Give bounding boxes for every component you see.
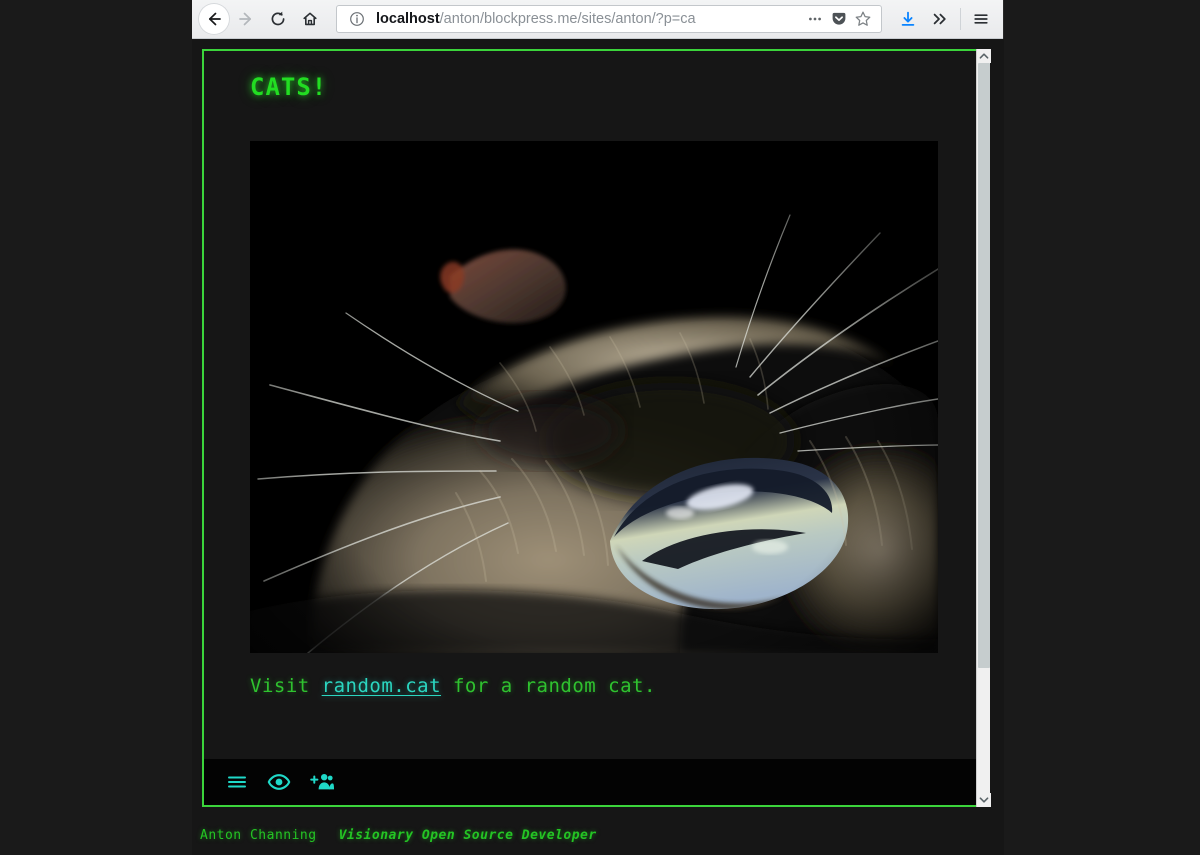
random-cat-link[interactable]: random.cat xyxy=(322,675,441,697)
eye-icon[interactable] xyxy=(266,769,292,795)
reload-icon xyxy=(271,11,285,26)
download-arrow-icon xyxy=(901,11,915,26)
desktop-gutter-right xyxy=(1004,0,1200,855)
address-bar[interactable]: localhost/anton/blockpress.me/sites/anto… xyxy=(336,5,882,33)
reload-button[interactable] xyxy=(262,3,294,35)
browser-navigation-toolbar: localhost/anton/blockpress.me/sites/anto… xyxy=(192,0,1003,39)
url-host: localhost xyxy=(376,11,440,27)
post-caption: Visit random.cat for a random cat. xyxy=(250,675,656,697)
downloads-button[interactable] xyxy=(892,3,924,35)
footer-tagline: Visionary Open Source Developer xyxy=(338,828,597,843)
menu-icon[interactable] xyxy=(224,769,250,795)
arrow-left-icon xyxy=(208,12,221,26)
cat-photo xyxy=(250,141,938,653)
scrollbar-up-arrow[interactable] xyxy=(977,49,991,63)
chevron-double-right-icon xyxy=(933,13,946,25)
overflow-button[interactable] xyxy=(924,3,956,35)
page-scrollbar[interactable] xyxy=(976,49,991,807)
site-content: CATS! Visit random.cat for a random cat. xyxy=(204,51,984,805)
add-people-icon[interactable] xyxy=(308,769,334,795)
chevron-up-icon xyxy=(979,53,989,59)
scrollbar-thumb[interactable] xyxy=(978,63,990,668)
arrow-right-icon xyxy=(239,12,252,26)
site-frame: CATS! Visit random.cat for a random cat. xyxy=(202,49,986,807)
page-title: CATS! xyxy=(250,73,328,101)
footer-author-name: Anton Channing xyxy=(200,828,317,843)
page-actions-icon[interactable] xyxy=(803,7,827,31)
caption-after: for a random cat. xyxy=(441,675,656,697)
home-icon xyxy=(303,12,317,26)
site-footer: Anton Channing Visionary Open Source Dev… xyxy=(192,816,1004,855)
bookmark-star-icon[interactable] xyxy=(851,7,875,31)
desktop-background: localhost/anton/blockpress.me/sites/anto… xyxy=(0,0,1200,855)
address-bar-text[interactable]: localhost/anton/blockpress.me/sites/anto… xyxy=(376,6,803,32)
back-button[interactable] xyxy=(198,3,230,35)
hamburger-menu-icon xyxy=(974,14,988,24)
chevron-down-icon xyxy=(979,797,989,803)
app-menu-button[interactable] xyxy=(965,3,997,35)
forward-button[interactable] xyxy=(230,3,262,35)
caption-before: Visit xyxy=(250,675,322,697)
browser-viewport: CATS! Visit random.cat for a random cat. xyxy=(192,39,1004,855)
url-path: /anton/blockpress.me/sites/anton/?p=ca xyxy=(439,11,696,27)
page-action-bar xyxy=(204,759,984,805)
scrollbar-down-arrow[interactable] xyxy=(977,793,991,807)
pocket-icon[interactable] xyxy=(827,7,851,31)
home-button[interactable] xyxy=(294,3,326,35)
desktop-gutter-left xyxy=(0,0,192,855)
toolbar-separator xyxy=(960,8,961,30)
info-circle-icon[interactable] xyxy=(345,7,369,31)
browser-window: localhost/anton/blockpress.me/sites/anto… xyxy=(192,0,1004,855)
